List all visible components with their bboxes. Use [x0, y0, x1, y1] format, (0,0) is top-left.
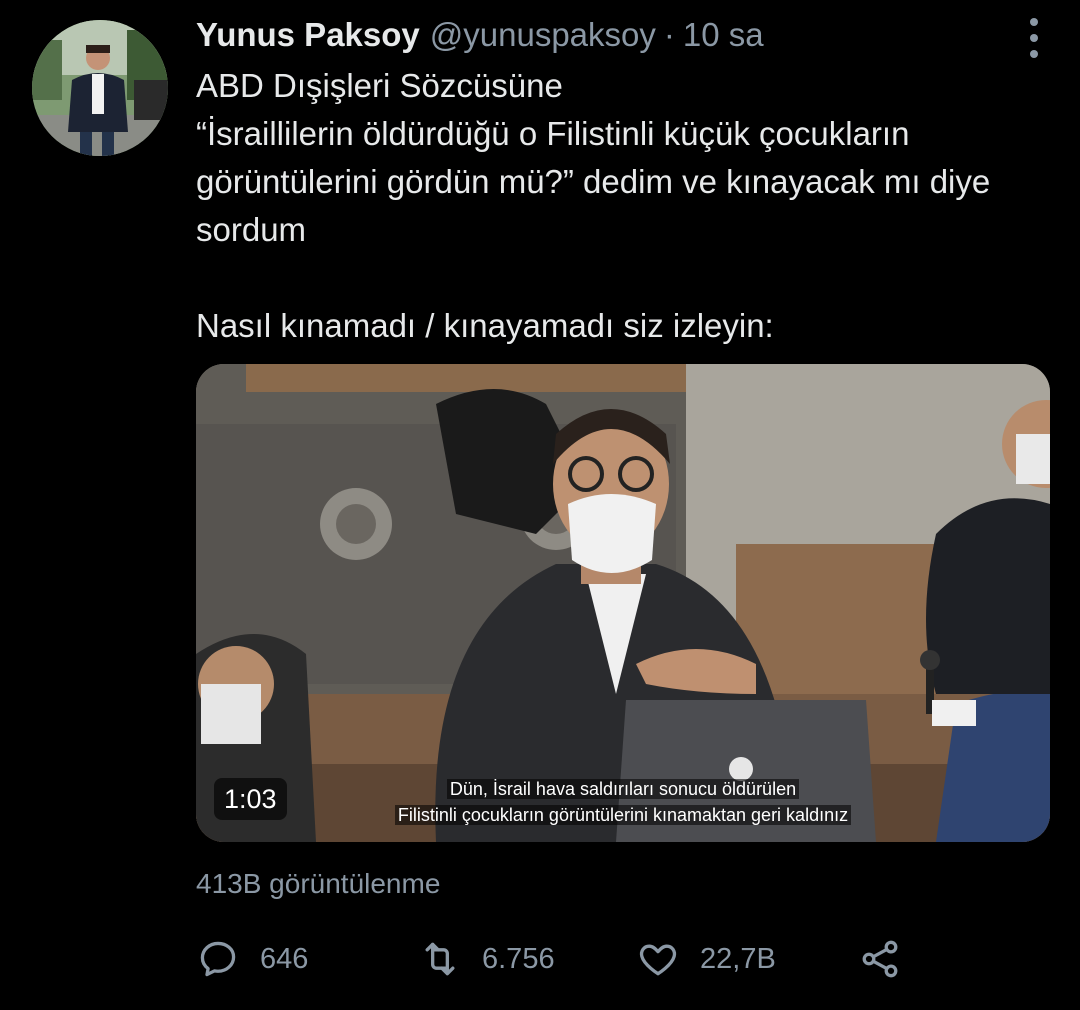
view-count[interactable]: 413B görüntülenme [196, 868, 440, 900]
tweet-timestamp[interactable]: 10 sa [683, 16, 764, 54]
avatar[interactable] [32, 20, 168, 156]
share-icon [862, 940, 898, 978]
reply-button[interactable]: 646 [196, 934, 308, 984]
more-options-icon[interactable] [1022, 18, 1046, 58]
tweet-line-1: ABD Dışişleri Sözcüsüne [196, 67, 563, 104]
retweet-button[interactable]: 6.756 [418, 934, 555, 984]
video-subtitle-line-1: Dün, İsrail hava saldırıları sonucu öldü… [196, 778, 1050, 800]
tweet-text: ABD Dışişleri Sözcüsüne “İsraillilerin ö… [196, 62, 1036, 350]
like-button[interactable]: 22,7B [636, 934, 776, 984]
author-name[interactable]: Yunus Paksoy [196, 16, 420, 54]
retweet-count: 6.756 [482, 942, 555, 975]
author-handle[interactable]: @yunuspaksoy [430, 16, 656, 54]
video-duration-badge: 1:03 [214, 778, 287, 820]
video-player[interactable]: Dün, İsrail hava saldırıları sonucu öldü… [196, 364, 1050, 842]
tweet-line-3: Nasıl kınamadı / kınayamadı siz izleyin: [196, 307, 774, 344]
like-count: 22,7B [700, 942, 776, 975]
reply-icon [200, 941, 236, 977]
separator-dot: · [663, 16, 675, 53]
share-button[interactable] [858, 934, 902, 984]
video-thumbnail [196, 364, 1050, 842]
tweet-line-2: “İsraillilerin öldürdüğü o Filistinli kü… [196, 115, 991, 248]
reply-count: 646 [260, 942, 309, 975]
tweet-actions: 646 6.756 22,7B [196, 934, 916, 984]
retweet-icon [425, 942, 455, 976]
video-subtitle-line-2: Filistinli çocukların görüntülerini kına… [196, 804, 1050, 826]
heart-icon [639, 944, 677, 976]
avatar-photo [32, 20, 168, 156]
tweet-header: Yunus Paksoy @yunuspaksoy · 10 sa [196, 16, 1040, 58]
